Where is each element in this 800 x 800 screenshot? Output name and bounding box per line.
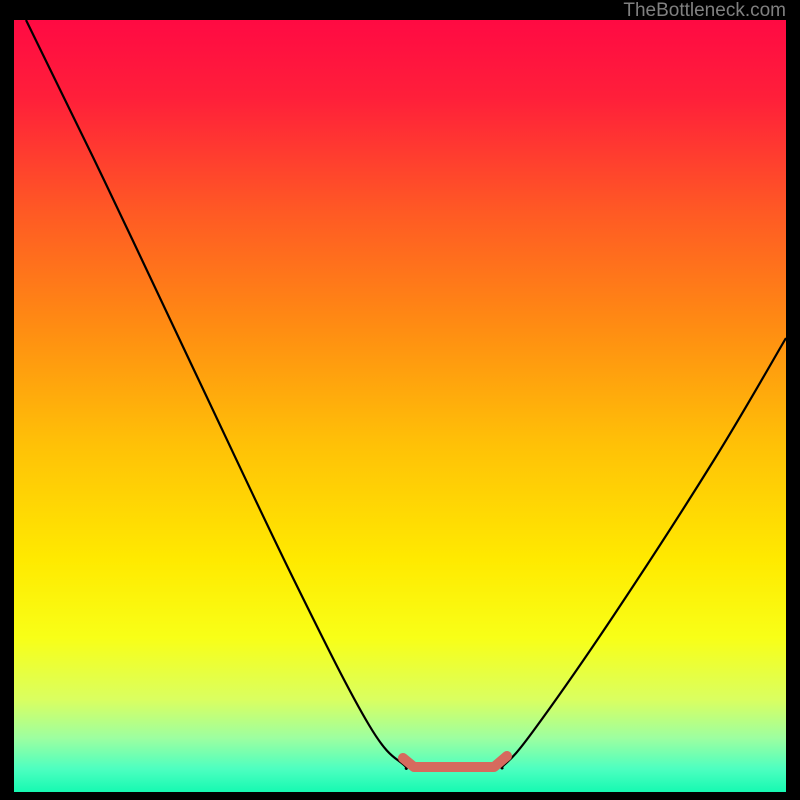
chart-frame xyxy=(14,20,786,792)
gradient-background xyxy=(14,20,786,792)
chart-canvas xyxy=(14,20,786,792)
watermark-text: TheBottleneck.com xyxy=(623,0,786,22)
